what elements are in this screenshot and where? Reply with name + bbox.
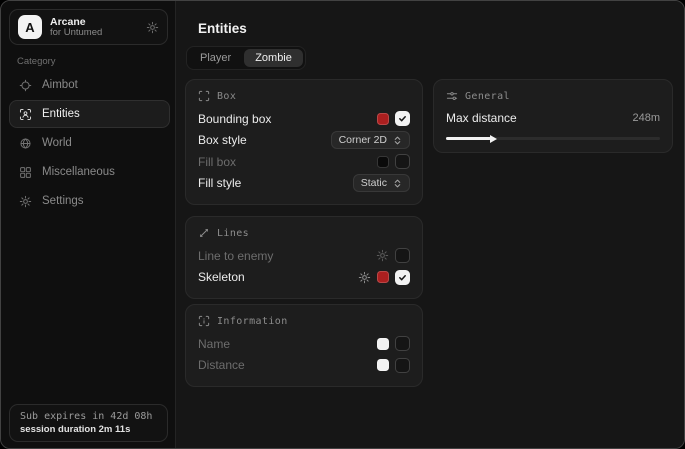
distance-label: Distance	[198, 358, 377, 372]
general-card: General Max distance 248m	[433, 79, 673, 153]
skeleton-row: Skeleton	[198, 267, 410, 289]
entities-scan-icon	[19, 108, 32, 121]
box-style-value: Corner 2D	[339, 134, 387, 146]
sidebar-item-label: Settings	[42, 195, 84, 207]
fill-style-value: Static	[361, 177, 387, 189]
general-card-title: General	[465, 91, 510, 102]
line-to-enemy-row: Line to enemy	[198, 245, 410, 267]
sidebar-item-label: Aimbot	[42, 79, 78, 91]
brand-card: A Arcane for Untumed	[9, 9, 168, 45]
chevron-up-down-icon	[393, 179, 402, 188]
app-logo: A	[18, 15, 42, 39]
info-scan-icon	[198, 315, 210, 327]
sidebar-nav: Aimbot Entities World	[9, 71, 170, 215]
sidebar-item-label: World	[42, 137, 72, 149]
sidebar-item-world[interactable]: World	[9, 129, 170, 157]
skeleton-label: Skeleton	[198, 270, 358, 284]
fill-box-label: Fill box	[198, 155, 377, 169]
app-window: A Arcane for Untumed Category Ai	[0, 0, 685, 449]
name-row: Name	[198, 333, 410, 355]
tab-zombie[interactable]: Zombie	[244, 49, 303, 67]
gear-icon[interactable]	[358, 271, 371, 284]
subscription-expiry: Sub expires in 42d 08h	[20, 411, 157, 422]
main-content: Entities Player Zombie Box Bounding box	[177, 1, 684, 448]
max-distance-slider[interactable]	[446, 137, 660, 140]
box-card: Box Bounding box Box style Corner 2D	[185, 79, 423, 205]
lines-card-header: Lines	[198, 227, 410, 239]
tab-player[interactable]: Player	[189, 49, 242, 67]
lines-card-title: Lines	[217, 228, 249, 239]
name-checkbox[interactable]	[395, 336, 410, 351]
chevron-up-down-icon	[393, 136, 402, 145]
app-name: Arcane	[50, 16, 138, 28]
sliders-icon	[446, 90, 458, 102]
slider-fill	[446, 137, 491, 140]
box-card-title: Box	[217, 91, 236, 102]
distance-checkbox[interactable]	[395, 358, 410, 373]
sidebar: A Arcane for Untumed Category Ai	[1, 1, 176, 448]
box-corners-icon	[198, 90, 210, 102]
sidebar-item-miscellaneous[interactable]: Miscellaneous	[9, 158, 170, 186]
box-style-row: Box style Corner 2D	[198, 130, 410, 152]
distance-color-swatch[interactable]	[377, 359, 389, 371]
general-card-header: General	[446, 90, 660, 102]
category-label: Category	[17, 56, 56, 67]
slider-thumb[interactable]	[490, 135, 497, 143]
bounding-box-row: Bounding box	[198, 108, 410, 130]
brand-text: Arcane for Untumed	[50, 16, 138, 39]
fill-style-row: Fill style Static	[198, 173, 410, 195]
box-style-label: Box style	[198, 133, 331, 147]
globe-icon	[19, 137, 32, 150]
sidebar-item-label: Miscellaneous	[42, 166, 115, 178]
fill-style-label: Fill style	[198, 176, 353, 190]
fill-box-color-swatch[interactable]	[377, 156, 389, 168]
sidebar-item-label: Entities	[42, 108, 80, 120]
session-duration: session duration 2m 11s	[20, 424, 157, 435]
box-card-header: Box	[198, 90, 410, 102]
bounding-box-label: Bounding box	[198, 112, 377, 126]
distance-row: Distance	[198, 355, 410, 377]
tab-bar: Player Zombie	[186, 46, 306, 70]
bounding-box-checkbox[interactable]	[395, 111, 410, 126]
fill-box-checkbox[interactable]	[395, 154, 410, 169]
information-card: Information Name Distance	[185, 304, 423, 387]
line-to-enemy-checkbox[interactable]	[395, 248, 410, 263]
line-to-enemy-label: Line to enemy	[198, 249, 376, 263]
name-label: Name	[198, 337, 377, 351]
information-card-header: Information	[198, 315, 410, 327]
gear-icon[interactable]	[146, 21, 159, 34]
bounding-box-color-swatch[interactable]	[377, 113, 389, 125]
lines-card: Lines Line to enemy Skeleton	[185, 216, 423, 299]
max-distance-label: Max distance	[446, 111, 632, 125]
fill-box-row: Fill box	[198, 151, 410, 173]
max-distance-value: 248m	[632, 112, 660, 124]
page-title: Entities	[198, 21, 247, 36]
max-distance-row: Max distance 248m	[446, 108, 660, 128]
sidebar-item-entities[interactable]: Entities	[9, 100, 170, 128]
sidebar-item-settings[interactable]: Settings	[9, 187, 170, 215]
app-subtitle: for Untumed	[50, 28, 138, 39]
subscription-card: Sub expires in 42d 08h session duration …	[9, 404, 168, 442]
crosshair-icon	[19, 79, 32, 92]
name-color-swatch[interactable]	[377, 338, 389, 350]
gear-icon[interactable]	[376, 249, 389, 262]
sidebar-item-aimbot[interactable]: Aimbot	[9, 71, 170, 99]
grid-icon	[19, 166, 32, 179]
information-card-title: Information	[217, 316, 288, 327]
skeleton-checkbox[interactable]	[395, 270, 410, 285]
skeleton-color-swatch[interactable]	[377, 271, 389, 283]
gear-icon	[19, 195, 32, 208]
fill-style-dropdown[interactable]: Static	[353, 174, 410, 192]
line-icon	[198, 227, 210, 239]
box-style-dropdown[interactable]: Corner 2D	[331, 131, 410, 149]
